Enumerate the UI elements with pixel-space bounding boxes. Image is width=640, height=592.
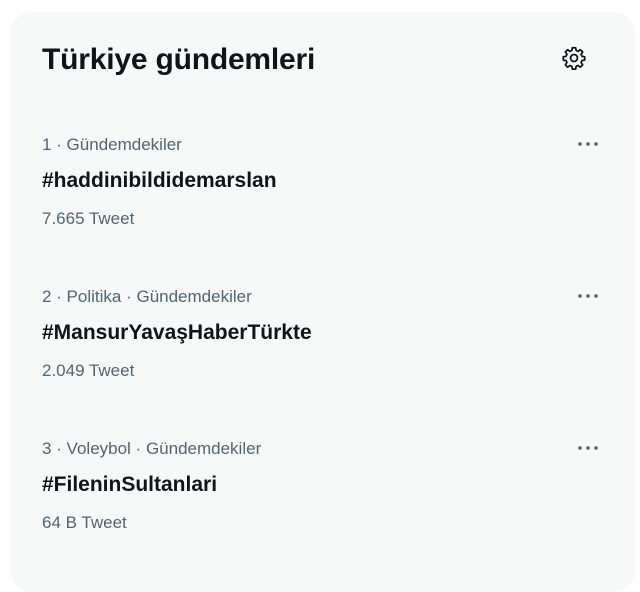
trend-meta: 2 · Politika · Gündemdekiler: [42, 287, 252, 306]
trend-hashtag[interactable]: #FileninSultanlari: [42, 472, 217, 498]
trends-header: Türkiye gündemleri: [10, 12, 635, 112]
trend-meta: 1 · Gündemdekiler: [42, 135, 182, 154]
settings-button[interactable]: [554, 40, 594, 80]
trend-item-1[interactable]: 1 · Gündemdekiler #haddinibildidemarslan…: [10, 112, 635, 264]
trend-meta: 3 · Voleybol · Gündemdekiler: [42, 439, 262, 458]
more-options-button[interactable]: [570, 126, 606, 162]
more-horizontal-icon: [577, 287, 599, 305]
trend-hashtag[interactable]: #MansurYavaşHaberTürkte: [42, 320, 312, 346]
trend-item-2[interactable]: 2 · Politika · Gündemdekiler #MansurYava…: [10, 264, 635, 416]
trends-panel: Türkiye gündemleri 1 · Gündemdekiler #ha…: [10, 12, 635, 592]
more-options-button[interactable]: [570, 430, 606, 466]
trend-hashtag[interactable]: #haddinibildidemarslan: [42, 168, 277, 194]
trend-tweet-count: 7.665 Tweet: [42, 209, 135, 228]
trend-tweet-count: 2.049 Tweet: [42, 361, 135, 380]
more-options-button[interactable]: [570, 278, 606, 314]
trend-tweet-count: 64 B Tweet: [42, 513, 127, 532]
more-horizontal-icon: [577, 439, 599, 457]
page-title: Türkiye gündemleri: [42, 43, 316, 76]
gear-icon: [561, 45, 587, 76]
more-horizontal-icon: [577, 135, 599, 153]
trend-item-3[interactable]: 3 · Voleybol · Gündemdekiler #FileninSul…: [10, 416, 635, 568]
